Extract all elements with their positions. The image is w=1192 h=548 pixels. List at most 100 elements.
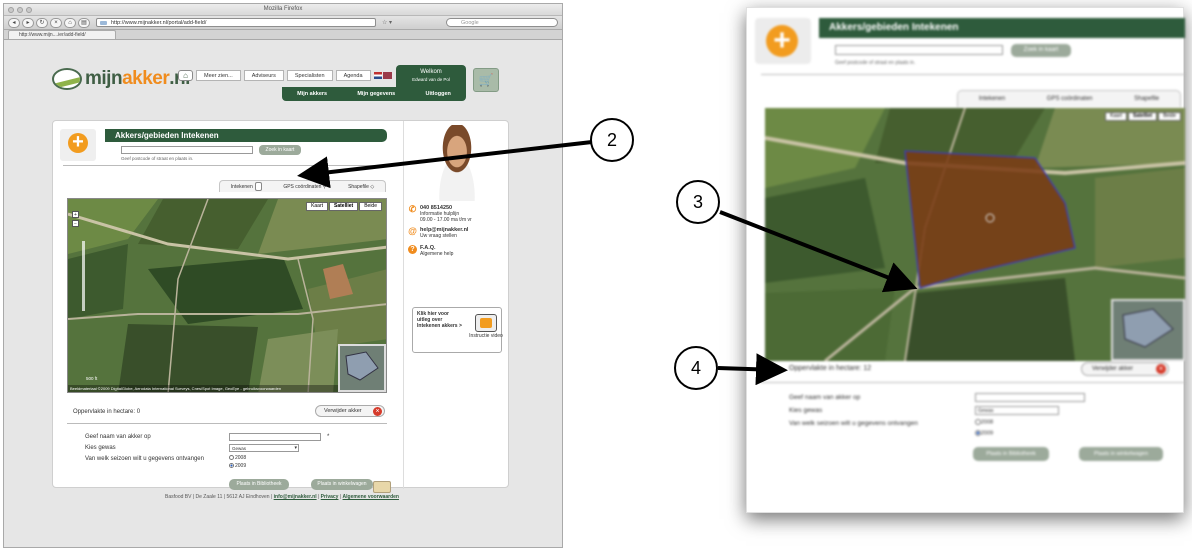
zoom-control[interactable]: + − [72, 211, 86, 321]
season-radio-2008[interactable]: 2008 [229, 455, 246, 461]
tab-shapefile[interactable]: Shapefile ◇ [348, 184, 374, 190]
content-panel: Akkers/gebieden Intekenen Zoek in kaart … [52, 120, 509, 493]
nav-adviseurs[interactable]: Adviseurs [243, 70, 284, 81]
cart-basket-icon[interactable] [373, 481, 391, 493]
map-type-kaart[interactable]: Kaart [306, 202, 329, 211]
plus-icon [60, 129, 96, 161]
season-label: Van welk seizoen wilt u gegevens ontvang… [85, 456, 204, 462]
stop-icon[interactable]: × [50, 17, 62, 28]
nav-agenda[interactable]: Agenda [335, 70, 371, 81]
search-map-button[interactable]: Zoek in kaart [1011, 44, 1071, 57]
draw-mode-tabs: Intekenen GPS coördinaten Shapefile [957, 90, 1181, 107]
satellite-map[interactable]: Kaart Satelliet Beide + − 500 ft Beeldma… [67, 198, 387, 393]
zoom-out-icon[interactable]: − [72, 220, 79, 227]
map-type-beide[interactable]: Beide [359, 202, 382, 211]
language-flags-icon[interactable] [373, 72, 392, 79]
tab-gps[interactable]: GPS coördinaten ⚲ [283, 184, 326, 190]
crop-select[interactable]: Gewas [975, 406, 1059, 415]
tab-intekenen[interactable]: Intekenen [979, 96, 1005, 102]
instruction-video-box[interactable]: Klik hier voor uitleg over Intekenen akk… [412, 307, 503, 353]
home-nav-icon[interactable]: ⌂ [178, 70, 193, 81]
phone-hours: 09.00 - 17.00 ma t/m vr [420, 217, 472, 223]
web-page: mijnakker.nl ⌂ Meer zien... Adviseurs Sp… [4, 40, 562, 547]
faq-icon: ? [408, 245, 417, 254]
map-type-satelliet[interactable]: Satelliet [1128, 112, 1158, 121]
shopping-cart-icon[interactable]: 🛒 [473, 68, 499, 92]
callout-3: 3 [676, 180, 720, 224]
map-scale: 500 ft [86, 376, 98, 381]
home-icon[interactable]: ⌂ [64, 17, 76, 28]
map-type-switch: Kaart Satelliet Beide [1105, 112, 1181, 121]
zoomed-detail: Akkers/gebieden Intekenen Zoek in kaart … [746, 7, 1185, 513]
user-name: Edward van de Pol [412, 77, 450, 82]
map-attribution: Beeldmateriaal ©2009 DigitalGlobe, Aerod… [68, 385, 338, 392]
plus-icon [755, 18, 811, 64]
delete-field-button[interactable]: Verwijder akker [315, 405, 385, 417]
season-radio-2008[interactable]: 2008 [975, 419, 993, 425]
footer-privacy-link[interactable]: Privacy [321, 494, 339, 500]
browser-search-input[interactable]: Google [446, 18, 558, 27]
browser-tab[interactable]: http://www.mijn....ier/add-field/ [8, 30, 116, 39]
add-to-cart-button[interactable]: Plaats in winkelwagen [1079, 447, 1163, 461]
field-name-label: Geef naam van akker op [789, 394, 861, 401]
bookmark-star-icon[interactable]: ☆ ▾ [382, 19, 392, 26]
map-type-satelliet[interactable]: Satelliet [329, 202, 359, 211]
forward-icon[interactable]: ▸ [22, 17, 34, 28]
overview-minimap[interactable] [338, 344, 386, 392]
field-name-input[interactable] [975, 393, 1085, 402]
faq-note: Algemene help [420, 251, 454, 257]
address-search-input[interactable] [835, 45, 1003, 55]
nav-mijn-akkers[interactable]: Mijn akkers [297, 91, 327, 97]
welcome-box: Welkom Edward van de Pol [396, 65, 466, 87]
url-bar[interactable]: http://www.mijnakker.nl/portal/add-field… [96, 18, 376, 27]
divider [761, 74, 1185, 75]
search-hint: Geef postcode of straat en plaats in. [121, 156, 194, 161]
tab-intekenen[interactable]: Intekenen [231, 182, 262, 191]
tab-shapefile[interactable]: Shapefile [1134, 96, 1159, 102]
overview-minimap[interactable] [1111, 299, 1185, 361]
save-to-library-button[interactable]: Plaats in Bibliotheek [973, 447, 1049, 461]
callout-2: 2 [590, 118, 634, 162]
browser-window: Mozilla Firefox ◂ ▸ ↻ × ⌂ ▤ http://www.m… [3, 3, 563, 548]
nav-meer-zien[interactable]: Meer zien... [196, 70, 241, 81]
zoom-in-icon[interactable]: + [72, 211, 79, 218]
tab-gps[interactable]: GPS coördinaten [1047, 96, 1093, 102]
zoom-slider[interactable] [82, 241, 85, 311]
crop-select[interactable]: Gewas [229, 444, 299, 452]
delete-field-button[interactable]: Verwijder akker [1081, 362, 1169, 376]
field-name-label: Geef naam van akker op [85, 434, 151, 440]
nav-specialisten[interactable]: Specialisten [286, 70, 333, 81]
phone-icon: ✆ [408, 204, 417, 214]
browser-toolbar: ◂ ▸ ↻ × ⌂ ▤ http://www.mijnakker.nl/port… [4, 16, 562, 30]
footer-email-link[interactable]: info@mijnakker.nl [274, 494, 317, 500]
nav-uitloggen[interactable]: Uitloggen [426, 91, 451, 97]
nav-mijn-gegevens[interactable]: Mijn gegevens [357, 91, 395, 97]
map-type-switch: Kaart Satelliet Beide [306, 202, 382, 211]
map-type-beide[interactable]: Beide [1158, 112, 1181, 121]
panel-title: Akkers/gebieden Intekenen [105, 129, 387, 142]
season-radio-2009[interactable]: 2009 [229, 463, 246, 469]
reload-icon[interactable]: ↻ [36, 17, 48, 28]
window-title: Mozilla Firefox [263, 6, 303, 12]
email-note: Uw vraag stellen [420, 233, 457, 239]
address-search-input[interactable] [121, 146, 253, 154]
satellite-map[interactable]: Kaart Satelliet Beide [765, 108, 1185, 361]
add-to-cart-button[interactable]: Plaats in winkelwagen [311, 479, 373, 490]
map-type-kaart[interactable]: Kaart [1105, 112, 1128, 121]
crop-label: Kies gewas [85, 445, 116, 451]
footer-terms-link[interactable]: Algemene voorwaarden [343, 494, 399, 500]
print-icon[interactable]: ▤ [78, 17, 90, 28]
field-name-input[interactable] [229, 433, 321, 441]
back-icon[interactable]: ◂ [8, 17, 20, 28]
season-radio-2009[interactable]: 2009 [975, 430, 993, 436]
site-logo[interactable]: mijnakker.nl [52, 68, 190, 90]
play-icon[interactable] [475, 314, 497, 332]
divider [63, 165, 393, 166]
area-label: Oppervlakte in hectare: 0 [73, 409, 141, 415]
season-label: Van welk seizoen wilt u gegevens ontvang… [789, 420, 918, 427]
sub-navigation: Mijn akkers Mijn gegevens Uitloggen [282, 87, 466, 101]
save-to-library-button[interactable]: Plaats in Bibliotheek [229, 479, 289, 490]
title-bar: Mozilla Firefox [4, 4, 562, 16]
search-map-button[interactable]: Zoek in kaart [259, 145, 301, 155]
footer-address: Basfood BV | De Zaale 11 | 5612 AJ Eindh… [165, 494, 273, 500]
